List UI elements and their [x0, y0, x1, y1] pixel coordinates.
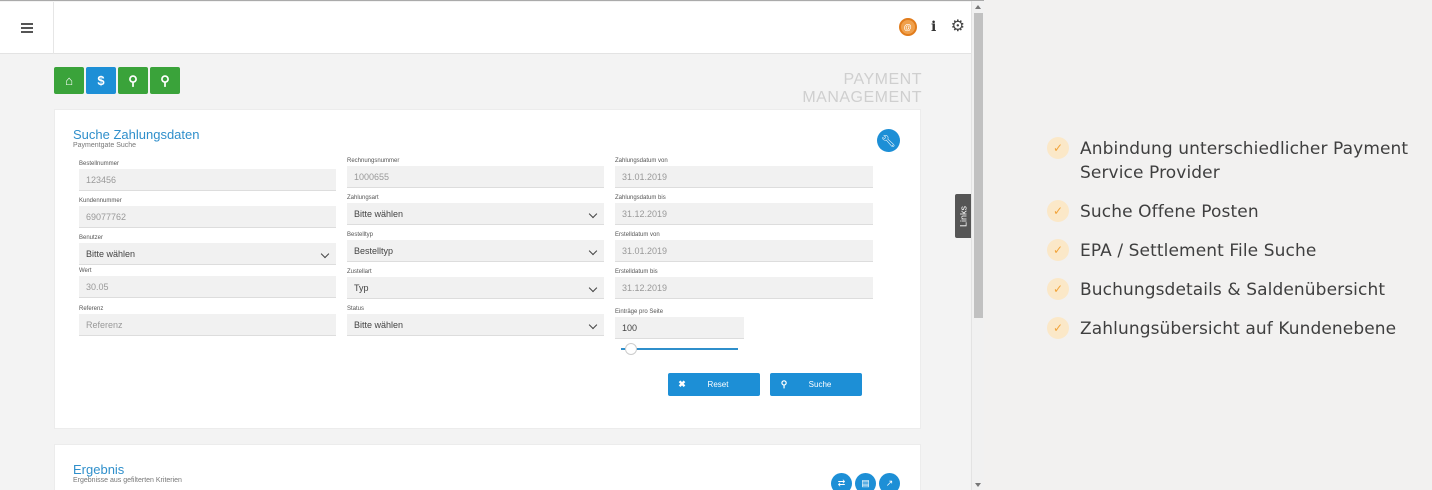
reset-button[interactable]: ✖ Reset [668, 373, 760, 396]
field-erstelldatum-von: Erstelldatum von 31.01.2019 [615, 231, 873, 262]
scroll-down-icon[interactable] [975, 483, 981, 487]
bestellnummer-input[interactable]: 123456 [79, 169, 336, 191]
erstelldatum-bis-input[interactable]: 31.12.2019 [615, 277, 873, 299]
list-item: ✓ Anbindung unterschiedlicher Payment Se… [1047, 137, 1417, 185]
chevron-down-icon [320, 249, 330, 259]
links-tab[interactable]: Links [955, 194, 972, 238]
hamburger-icon [20, 23, 33, 33]
check-icon: ✓ [1047, 200, 1069, 222]
card-subtitle: Paymentgate Suche [73, 142, 137, 149]
dollar-icon: $ [97, 73, 105, 88]
field-referenz: Referenz Referenz [79, 305, 336, 336]
field-erstelldatum-bis: Erstelldatum bis 31.12.2019 [615, 268, 873, 299]
rechnungsnummer-input[interactable]: 1000655 [347, 166, 604, 188]
search-submit-button[interactable]: ⚲ Suche [770, 373, 862, 396]
export-button[interactable]: ▤ [855, 473, 876, 490]
document-icon: ▤ [861, 478, 870, 488]
menu-button[interactable] [0, 2, 54, 54]
scroll-up-icon[interactable] [975, 5, 981, 9]
field-zahlungsdatum-bis: Zahlungsdatum bis 31.12.2019 [615, 194, 873, 225]
payment-button[interactable]: $ [86, 67, 116, 94]
field-bestellnummer: Bestellnummer 123456 [79, 160, 336, 191]
zahlungsart-select[interactable]: Bitte wählen [347, 203, 604, 225]
search-card: Suche Zahlungsdaten Paymentgate Suche 🔧︎… [54, 109, 921, 429]
feature-list: ✓ Anbindung unterschiedlicher Payment Se… [1047, 137, 1417, 356]
erstelldatum-von-input[interactable]: 31.01.2019 [615, 240, 873, 262]
chevron-down-icon [588, 246, 598, 256]
field-wert: Wert 30.05 [79, 267, 336, 298]
info-icon[interactable]: i [929, 19, 939, 35]
search-icon: ⚲ [160, 72, 170, 88]
card-title: Suche Zahlungsdaten [73, 127, 200, 142]
field-zahlungsdatum-von: Zahlungsdatum von 31.01.2019 [615, 157, 873, 188]
logo-icon[interactable]: @ [898, 18, 917, 36]
result-subtitle: Ergebnisse aus gefilterten Kriterien [73, 477, 182, 484]
chevron-down-icon [588, 209, 598, 219]
bestelltyp-select[interactable]: Bestelltyp [347, 240, 604, 262]
zahlungsdatum-bis-input[interactable]: 31.12.2019 [615, 203, 873, 225]
referenz-input[interactable]: Referenz [79, 314, 336, 336]
list-item: ✓ EPA / Settlement File Suche [1047, 239, 1417, 263]
check-icon: ✓ [1047, 278, 1069, 300]
benutzer-select[interactable]: Bitte wählen [79, 243, 336, 265]
field-zahlungsart: Zahlungsart Bitte wählen [347, 194, 604, 225]
eintraege-slider[interactable] [621, 343, 738, 355]
chevron-down-icon [588, 320, 598, 330]
list-item: ✓ Buchungsdetails & Saldenübersicht [1047, 278, 1417, 302]
transfer-icon: ⇄ [837, 478, 846, 488]
field-eintraege-pro-seite: Einträge pro Seite 100 [615, 308, 744, 339]
slider-handle[interactable] [625, 343, 637, 355]
wert-input[interactable]: 30.05 [79, 276, 336, 298]
search-icon: ⚲ [780, 379, 788, 389]
scroll-thumb[interactable] [974, 13, 983, 318]
list-item: ✓ Zahlungsübersicht auf Kundenebene [1047, 317, 1417, 341]
check-icon: ✓ [1047, 137, 1069, 159]
kundennummer-input[interactable]: 69077762 [79, 206, 336, 228]
field-kundennummer: Kundennummer 69077762 [79, 197, 336, 228]
field-status: Status Bitte wählen [347, 305, 604, 336]
search-button-1[interactable]: ⚲ [118, 67, 148, 94]
search-icon: ⚲ [128, 72, 138, 88]
field-bestelltyp: Bestelltyp Bestelltyp [347, 231, 604, 262]
field-rechnungsnummer: Rechnungsnummer 1000655 [347, 157, 604, 188]
eintraege-input[interactable]: 100 [615, 317, 744, 339]
transfer-button[interactable]: ⇄ [831, 473, 852, 490]
toolbar: ⌂ $ ⚲ ⚲ [54, 67, 180, 94]
chevron-down-icon [588, 283, 598, 293]
result-card: Ergebnis Ergebnisse aus gefilterten Krit… [54, 444, 921, 490]
status-select[interactable]: Bitte wählen [347, 314, 604, 336]
field-zustellart: Zustellart Typ [347, 268, 604, 299]
home-icon: ⌂ [65, 73, 73, 88]
zahlungsdatum-von-input[interactable]: 31.01.2019 [615, 166, 873, 188]
close-icon: ✖ [678, 379, 686, 389]
result-title: Ergebnis [73, 462, 125, 477]
wrench-icon: 🔧︎ [880, 133, 897, 148]
check-icon: ✓ [1047, 239, 1069, 261]
home-button[interactable]: ⌂ [54, 67, 84, 94]
zustellart-select[interactable]: Typ [347, 277, 604, 299]
list-item: ✓ Suche Offene Posten [1047, 200, 1417, 224]
field-benutzer: Benutzer Bitte wählen [79, 234, 336, 265]
top-bar: @ i ⚙ [0, 2, 971, 54]
page-title: PAYMENT MANAGEMENT [802, 71, 922, 106]
search-button-2[interactable]: ⚲ [150, 67, 180, 94]
gear-icon[interactable]: ⚙ [951, 19, 965, 35]
wrench-button[interactable]: 🔧︎ [877, 129, 900, 152]
scrollbar[interactable] [971, 1, 984, 490]
app-screenshot: @ i ⚙ ⌂ $ ⚲ ⚲ PAYMENT MANAGEMENT Suche Z… [0, 0, 984, 490]
open-external-button[interactable]: ↗ [879, 473, 900, 490]
check-icon: ✓ [1047, 317, 1069, 339]
external-link-icon: ↗ [885, 478, 894, 488]
